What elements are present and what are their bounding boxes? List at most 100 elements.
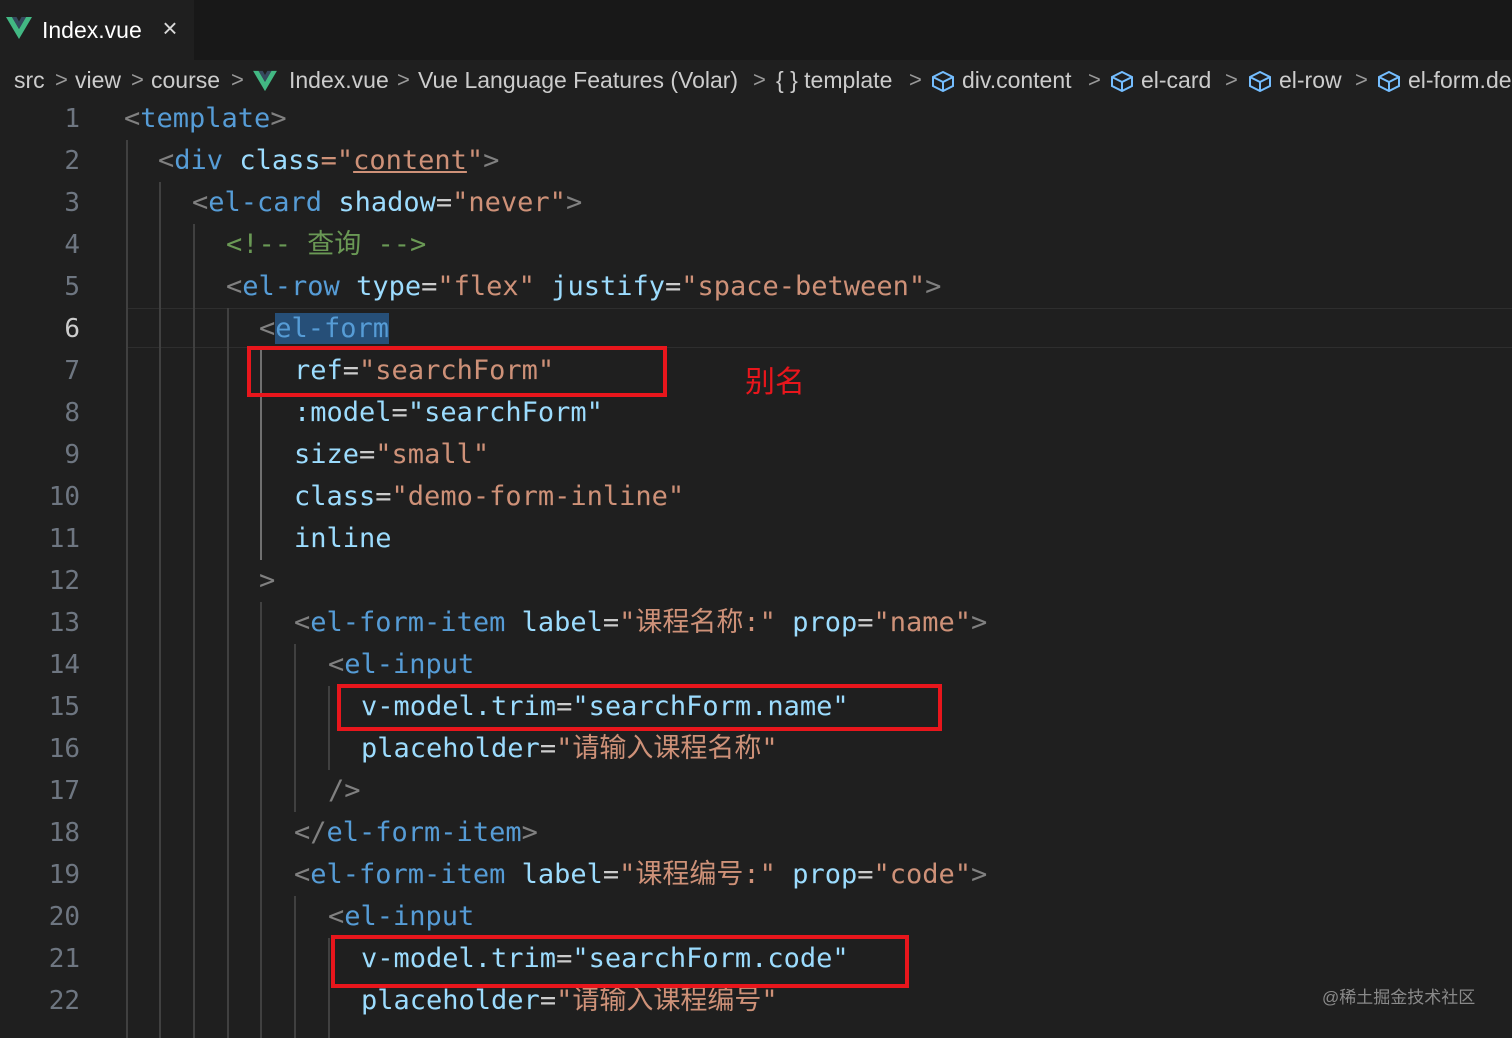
- code-line[interactable]: size="small": [294, 434, 489, 476]
- code-token: "课程名称:": [619, 607, 776, 638]
- breadcrumb-item-el-card[interactable]: el-card: [1141, 66, 1211, 94]
- tab-title: Index.vue: [42, 17, 142, 43]
- breadcrumb-item-template[interactable]: { } template: [776, 66, 892, 94]
- code-token: ": [466, 145, 484, 176]
- breadcrumb-item-index-vue[interactable]: Index.vue: [289, 66, 389, 94]
- highlight-box-vmodel-code: [331, 935, 909, 988]
- code-token: justify: [551, 271, 665, 302]
- code-line[interactable]: <el-form-item label="课程名称:" prop="name">: [294, 602, 987, 644]
- code-token: "never": [452, 187, 566, 218]
- code-token: <: [328, 649, 345, 680]
- line-number: 1: [64, 104, 80, 134]
- breadcrumb-item-volar[interactable]: Vue Language Features (Volar): [418, 66, 738, 94]
- chevron-right-icon: >: [909, 67, 922, 92]
- line-number: 15: [48, 692, 80, 722]
- chevron-right-icon: >: [397, 67, 410, 92]
- code-token: =: [857, 607, 874, 638]
- indent-guide: [328, 938, 330, 1038]
- code-token: >: [259, 565, 276, 596]
- tab-index-vue[interactable]: Index.vue ×: [0, 0, 194, 60]
- code-token: placeholder: [361, 733, 540, 764]
- code-token: >: [925, 271, 942, 302]
- code-token: "请输入课程编号": [556, 985, 778, 1016]
- indent-guide: [294, 644, 296, 812]
- code-token: =: [664, 271, 682, 302]
- chevron-right-icon: >: [231, 67, 244, 92]
- code-line[interactable]: <el-row type="flex" justify="space-betwe…: [226, 266, 941, 308]
- code-line[interactable]: inline: [294, 518, 392, 560]
- breadcrumb-item-el-row[interactable]: el-row: [1279, 66, 1342, 94]
- code-token: <: [192, 187, 209, 218]
- code-token: "code": [873, 859, 972, 890]
- code-line[interactable]: >: [259, 560, 275, 602]
- breadcrumb-item-div-content[interactable]: div.content: [962, 66, 1072, 94]
- code-line[interactable]: <el-card shadow="never">: [192, 182, 582, 224]
- line-number-active: 6: [64, 314, 80, 344]
- code-line[interactable]: <el-form-item label="课程编号:" prop="code">: [294, 854, 987, 896]
- code-line[interactable]: <template>: [124, 98, 287, 140]
- line-number: 12: [48, 566, 80, 596]
- code-token: >: [270, 103, 287, 134]
- code-token: <: [294, 607, 311, 638]
- code-line[interactable]: </el-form-item>: [294, 812, 538, 854]
- code-line[interactable]: <el-form: [259, 308, 390, 350]
- line-number: 7: [64, 356, 80, 386]
- code-token: div: [174, 145, 224, 176]
- code-token: inline: [294, 523, 392, 554]
- code-token: "name": [873, 607, 972, 638]
- vue-icon: [6, 17, 32, 39]
- code-token: <!-- 查询 -->: [226, 229, 427, 260]
- code-token: "space-between": [681, 271, 926, 302]
- code-token: shadow: [338, 187, 436, 218]
- code-token: el-form: [275, 313, 390, 344]
- chevron-right-icon: >: [131, 67, 144, 92]
- code-token: =: [421, 271, 438, 302]
- code-token: =: [435, 187, 453, 218]
- breadcrumb-item-course[interactable]: course: [151, 66, 220, 94]
- code-line[interactable]: <div class="content">: [158, 140, 499, 182]
- code-token: <: [294, 859, 311, 890]
- line-number: 10: [48, 482, 80, 512]
- line-number: 19: [48, 860, 80, 890]
- breadcrumb-item-src[interactable]: src: [14, 66, 45, 94]
- line-number: 18: [48, 818, 80, 848]
- code-token: label: [521, 859, 603, 890]
- chevron-right-icon: >: [1355, 67, 1368, 92]
- cube-icon: [932, 70, 954, 92]
- code-token: =": [320, 145, 354, 176]
- tab-bar: Index.vue ×: [0, 0, 1512, 60]
- line-number: 21: [48, 944, 80, 974]
- line-number: 5: [64, 272, 80, 302]
- close-icon[interactable]: ×: [159, 15, 181, 41]
- code-line[interactable]: <el-input: [328, 896, 474, 938]
- code-line[interactable]: <el-input: [328, 644, 474, 686]
- code-token: =: [391, 397, 408, 428]
- chevron-right-icon: >: [753, 67, 766, 92]
- code-token: template: [140, 103, 271, 134]
- code-token: =: [539, 733, 557, 764]
- code-line[interactable]: class="demo-form-inline": [294, 476, 684, 518]
- code-line[interactable]: :model="searchForm": [294, 392, 603, 434]
- breadcrumb-item-view[interactable]: view: [75, 66, 121, 94]
- code-token: el-input: [344, 901, 475, 932]
- code-token: "demo-form-inline": [391, 481, 685, 512]
- code-line[interactable]: <!-- 查询 -->: [226, 224, 426, 266]
- code-editor[interactable]: 1 2 3 4 5 6 7 8 9 10 11 12 13 14 15 16 1…: [0, 100, 1512, 1038]
- code-line[interactable]: placeholder="请输入课程名称": [361, 728, 778, 770]
- code-token: <: [259, 313, 276, 344]
- breadcrumb-item-el-form[interactable]: el-form.de: [1408, 66, 1512, 94]
- code-token: =: [359, 439, 376, 470]
- code-line[interactable]: />: [328, 770, 361, 812]
- indent-guide: [193, 224, 195, 1038]
- code-token: el-input: [344, 649, 475, 680]
- code-token: el-form-item: [326, 817, 522, 848]
- line-number: 3: [64, 188, 80, 218]
- line-number: 9: [64, 440, 80, 470]
- code-token: >: [565, 187, 583, 218]
